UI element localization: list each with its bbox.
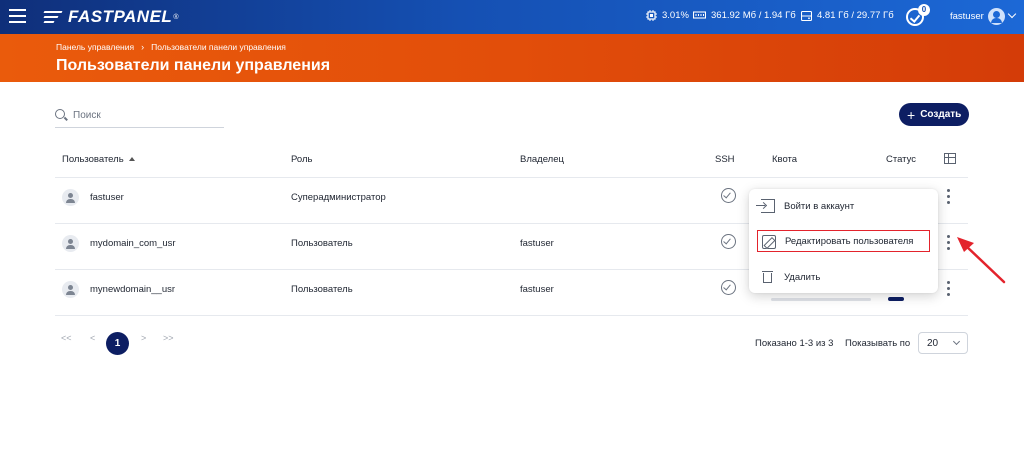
breadcrumb: Панель управления › Пользователи панели … <box>56 42 286 52</box>
more-vertical-icon[interactable] <box>947 235 951 251</box>
user-avatar-icon <box>62 189 79 206</box>
sort-ascending-icon <box>128 157 135 162</box>
brand-registered: ® <box>173 13 179 21</box>
page-prev[interactable]: < <box>90 333 95 343</box>
ssh-check-icon <box>721 280 736 295</box>
chevron-down-icon[interactable] <box>1007 9 1017 19</box>
cell-role: Пользователь <box>291 238 353 249</box>
page-header: Панель управления › Пользователи панели … <box>0 34 1024 82</box>
user-avatar-icon[interactable] <box>988 8 1005 25</box>
logo[interactable]: FASTPANEL ® <box>43 7 179 27</box>
column-header-quota: Квота <box>772 154 798 165</box>
menu-item-label: Удалить <box>784 271 821 283</box>
top-bar: FASTPANEL ® 3.01% 361.92 Мб / 1.94 Гб 4.8… <box>0 0 1024 34</box>
per-page-value: 20 <box>927 338 939 349</box>
cell-role: Суперадминистратор <box>291 192 386 203</box>
cell-role: Пользователь <box>291 284 353 295</box>
current-username[interactable]: fastuser <box>950 11 984 22</box>
ssh-check-icon <box>721 234 736 249</box>
column-header-user[interactable]: Пользователь <box>62 154 135 165</box>
cell-user[interactable]: fastuser <box>90 192 124 203</box>
disk-icon <box>801 10 812 21</box>
menu-item-delete[interactable]: Удалить <box>757 266 930 288</box>
menu-item-login[interactable]: Войти в аккаунт <box>756 195 930 217</box>
column-header-status: Статус <box>886 154 917 165</box>
cpu-value: 3.01% <box>662 10 689 21</box>
breadcrumb-root[interactable]: Панель управления <box>56 42 134 52</box>
logo-mark <box>43 11 64 23</box>
more-vertical-icon[interactable] <box>947 281 951 297</box>
page-next[interactable]: > <box>141 333 146 343</box>
breadcrumb-separator: › <box>141 42 145 52</box>
trash-icon <box>761 270 775 284</box>
cpu-stat: 3.01% <box>646 10 689 21</box>
cell-user[interactable]: mydomain_com_usr <box>90 238 176 249</box>
page-last[interactable]: >> <box>163 333 174 343</box>
results-count: Показано 1-3 из 3 <box>755 338 834 349</box>
status-toggle[interactable] <box>888 297 904 301</box>
edit-icon <box>762 235 776 249</box>
per-page-label: Показывать по <box>845 338 911 349</box>
create-user-button[interactable]: + Создать <box>899 103 969 126</box>
menu-icon[interactable] <box>9 9 26 23</box>
search-box <box>55 104 224 128</box>
create-button-label: Создать <box>920 109 962 120</box>
brand-name: FASTPANEL <box>68 7 173 26</box>
quota-bar <box>771 298 871 301</box>
plus-icon: + <box>907 106 916 123</box>
search-icon <box>55 109 65 119</box>
menu-item-label: Войти в аккаунт <box>784 200 855 212</box>
ram-value: 361.92 Мб / 1.94 Гб <box>711 10 796 21</box>
chevron-down-icon <box>952 337 961 346</box>
column-header-user-label: Пользователь <box>62 154 124 165</box>
page-first[interactable]: << <box>61 333 72 343</box>
user-avatar-icon <box>62 281 79 298</box>
menu-item-edit-user[interactable]: Редактировать пользователя <box>757 230 930 252</box>
cell-owner: fastuser <box>520 284 554 295</box>
annotation-arrow-icon <box>957 237 1006 284</box>
breadcrumb-current: Пользователи панели управления <box>151 42 286 52</box>
notifications-badge: 0 <box>918 4 930 16</box>
divider <box>55 315 968 316</box>
disk-value: 4.81 Гб / 29.77 Гб <box>817 10 894 21</box>
column-header-role[interactable]: Роль <box>291 154 313 165</box>
ram-stat: 361.92 Мб / 1.94 Гб <box>693 10 796 21</box>
cell-user[interactable]: mynewdomain__usr <box>90 284 175 295</box>
user-avatar-icon <box>62 235 79 252</box>
row-context-menu: Войти в аккаунт Редактировать пользовате… <box>749 189 938 293</box>
column-header-ssh: SSH <box>715 154 735 165</box>
page-title: Пользователи панели управления <box>56 57 331 74</box>
disk-stat: 4.81 Гб / 29.77 Гб <box>801 10 894 21</box>
login-icon <box>756 199 775 213</box>
ssh-check-icon <box>721 188 736 203</box>
more-vertical-icon[interactable] <box>947 189 951 205</box>
columns-settings-icon[interactable] <box>944 153 956 164</box>
cpu-icon <box>646 10 657 21</box>
ram-icon <box>693 11 706 19</box>
column-header-owner[interactable]: Владелец <box>520 154 564 165</box>
per-page-select[interactable]: 20 <box>918 332 968 354</box>
search-input[interactable] <box>73 106 223 124</box>
page-current[interactable]: 1 <box>106 332 129 355</box>
cell-owner: fastuser <box>520 238 554 249</box>
menu-item-label: Редактировать пользователя <box>785 235 914 247</box>
